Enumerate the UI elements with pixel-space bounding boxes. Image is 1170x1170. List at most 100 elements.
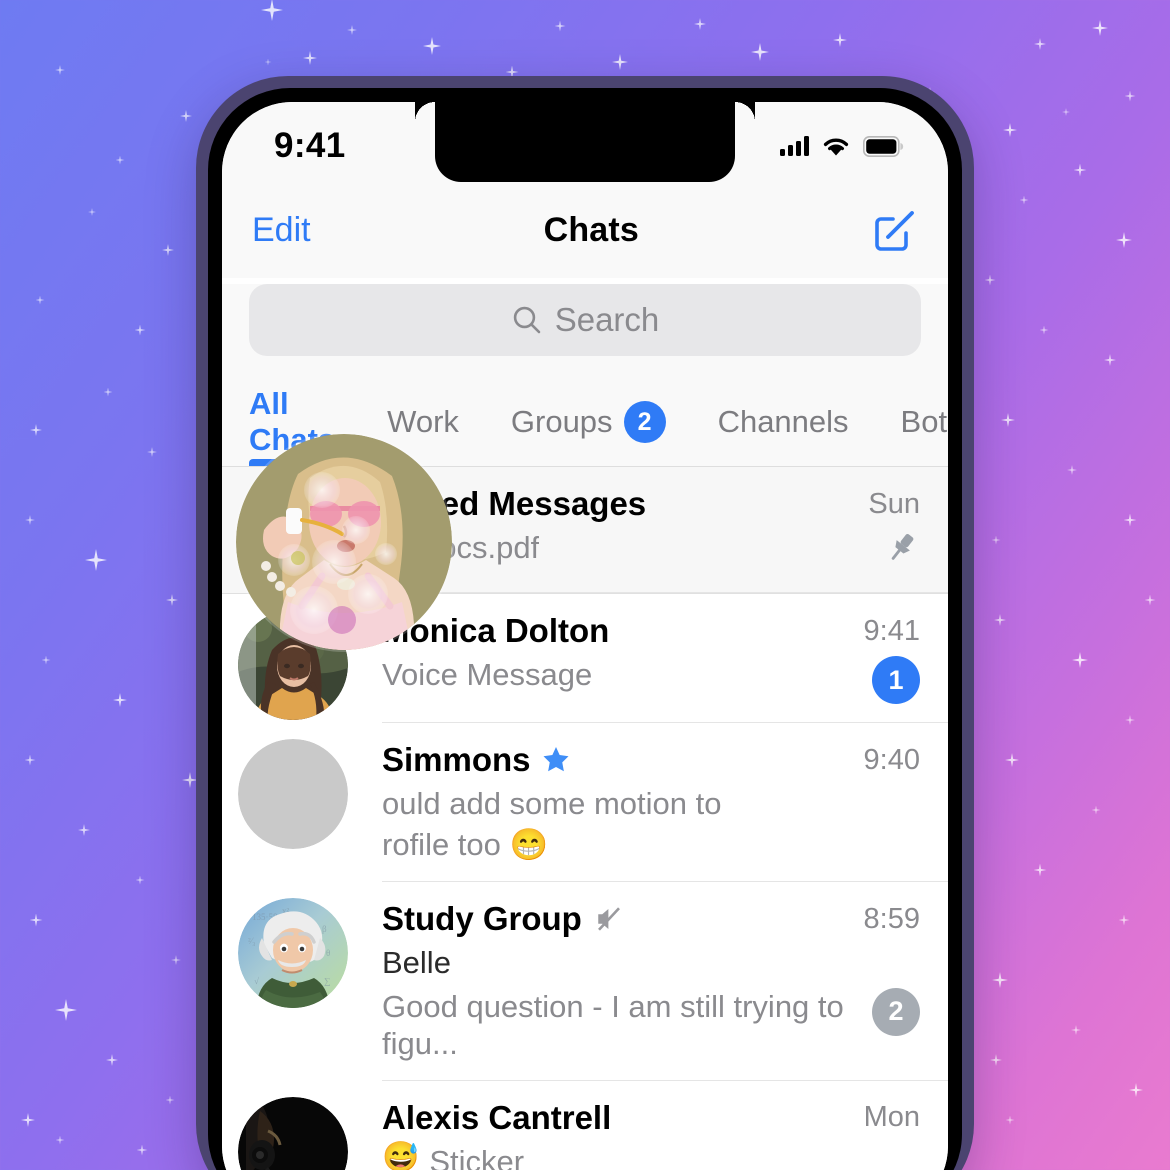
message-text: Sticker: [429, 1143, 525, 1170]
chat-row-content: Monica Dolton 9:41 Voice Message 1: [382, 594, 948, 723]
sparkle-icon: [1034, 38, 1046, 50]
chat-row[interactable]: Simmons 9:40 ould add some motion to rofile…: [222, 723, 948, 883]
sparkle-icon: [135, 875, 145, 885]
tab-channels[interactable]: Channels: [718, 372, 849, 466]
sparkle-icon: [423, 37, 441, 55]
sparkle-icon: [347, 25, 357, 35]
chat-row-preview: Voice Message 1: [382, 656, 920, 704]
chat-name: Study Group: [382, 900, 582, 938]
sparkle-icon: [1118, 914, 1130, 926]
sparkle-icon: [55, 65, 65, 75]
chat-row-header: Saved Messages Sun: [382, 485, 920, 523]
chat-row-header: Monica Dolton 9:41: [382, 612, 920, 650]
svg-text:√: √: [254, 976, 259, 986]
sparkle-icon: [25, 515, 35, 525]
chat-row-status: 1: [858, 656, 920, 704]
chat-row-content: Saved Messages Sun docs.pdf: [382, 467, 948, 593]
phone-screen: 9:41 Edit Chats Search All Chats Work Gr…: [222, 102, 948, 1170]
chat-timestamp: 9:40: [863, 743, 920, 776]
chat-name: Simmons: [382, 741, 531, 778]
sparkle-icon: [1123, 513, 1137, 527]
message-text: Voice Message: [382, 657, 593, 692]
sparkle-icon: [264, 58, 272, 66]
chat-row-header: Simmons 9:40: [382, 741, 920, 779]
tab-groups[interactable]: Groups 2: [511, 372, 666, 466]
message-preview: 😅 Sticker: [382, 1140, 525, 1170]
phone-bezel: 9:41 Edit Chats Search All Chats Work Gr…: [208, 88, 962, 1170]
chat-row-header: Alexis Cantrell Mon: [382, 1099, 920, 1137]
search-container: Search: [222, 284, 948, 372]
avatar[interactable]: 135·58β ²⁄₃θ √∑ x²π: [238, 898, 348, 1009]
sparkle-icon: [35, 295, 45, 305]
sparkle-icon: [78, 824, 90, 836]
sparkle-icon: [751, 43, 769, 61]
sparkle-icon: [1039, 325, 1049, 335]
chat-row-header: Study Group 8:59: [382, 900, 920, 938]
message-text-line2: rofile too 😁: [382, 827, 549, 863]
chat-row-content: Alexis Cantrell Mon 😅 Sticker: [382, 1081, 948, 1170]
sparkle-icon: [1073, 163, 1087, 177]
chat-row[interactable]: 135·58β ²⁄₃θ √∑ x²π Study Group 8:59 Belle…: [222, 882, 948, 1081]
sparkle-icon: [41, 655, 51, 665]
cellular-bars-icon: [780, 136, 809, 156]
sparkle-icon: [88, 208, 96, 216]
battery-full-icon: [863, 135, 904, 157]
chat-row-preview: docs.pdf: [382, 529, 920, 566]
sparkle-icon: [1062, 108, 1070, 116]
tab-badge: 2: [623, 401, 666, 443]
sparkle-icon: [554, 20, 566, 32]
sparkle-icon: [1091, 805, 1101, 815]
pin-icon: [891, 533, 914, 560]
chat-timestamp: 8:59: [863, 902, 920, 935]
message-preview: Good question - I am still trying to fig…: [382, 988, 858, 1062]
edit-button[interactable]: Edit: [252, 211, 311, 250]
sparkle-icon: [24, 754, 36, 766]
sparkle-icon: [1116, 232, 1132, 248]
sparkle-icon: [165, 1095, 175, 1105]
search-icon: [513, 306, 541, 334]
tab-label: Work: [387, 404, 459, 439]
sparkle-icon: [261, 0, 283, 21]
sparkle-icon: [115, 155, 125, 165]
avatar[interactable]: [238, 739, 348, 849]
sparkle-icon: [171, 955, 181, 965]
phone-frame: 9:41 Edit Chats Search All Chats Work Gr…: [196, 76, 974, 1170]
wifi-icon: [823, 138, 849, 155]
compose-pencil-icon[interactable]: [872, 207, 918, 253]
svg-text:²⁄₃: ²⁄₃: [248, 936, 255, 946]
sparkle-icon: [994, 614, 1006, 626]
sparkle-icon: [134, 324, 146, 336]
sparkle-icon: [113, 693, 127, 707]
tab-bots[interactable]: Bots: [901, 372, 948, 466]
sparkle-icon: [1005, 1115, 1015, 1125]
message-text: Good question - I am still trying to fig…: [382, 988, 844, 1061]
chat-row[interactable]: Alexis Cantrell Mon 😅 Sticker: [222, 1081, 948, 1170]
avatar-expanded-simmons[interactable]: [236, 434, 452, 650]
chat-timestamp: Mon: [863, 1101, 920, 1134]
sparkle-icon: [1124, 90, 1136, 102]
unread-badge: 1: [872, 656, 920, 704]
chat-row-content: Study Group 8:59 Belle Good question - I am…: [382, 882, 948, 1081]
message-emoji: 😅: [382, 1140, 420, 1170]
sparkle-icon: [303, 51, 317, 65]
search-placeholder: Search: [554, 301, 660, 338]
sparkle-icon: [21, 1113, 35, 1127]
sparkle-icon: [833, 33, 847, 47]
tab-label: Groups: [510, 404, 613, 439]
sparkle-icon: [85, 549, 107, 571]
navigation-bar: Edit Chats: [222, 182, 948, 278]
chat-sender-name: Belle: [382, 945, 451, 981]
device-notch: [415, 102, 735, 182]
sparkle-icon: [30, 424, 42, 436]
sparkle-icon: [55, 999, 77, 1021]
chat-row-preview: Good question - I am still trying to fig…: [382, 987, 920, 1062]
svg-text:β: β: [322, 924, 327, 934]
search-input[interactable]: Search: [249, 284, 921, 356]
sparkle-icon: [1067, 465, 1077, 475]
sparkle-icon: [990, 1054, 1002, 1066]
sparkle-icon: [1144, 594, 1156, 606]
sparkle-icon: [136, 1144, 148, 1156]
sparkle-icon: [1019, 195, 1029, 205]
avatar[interactable]: [238, 1096, 348, 1170]
page-title: Chats: [543, 210, 640, 249]
